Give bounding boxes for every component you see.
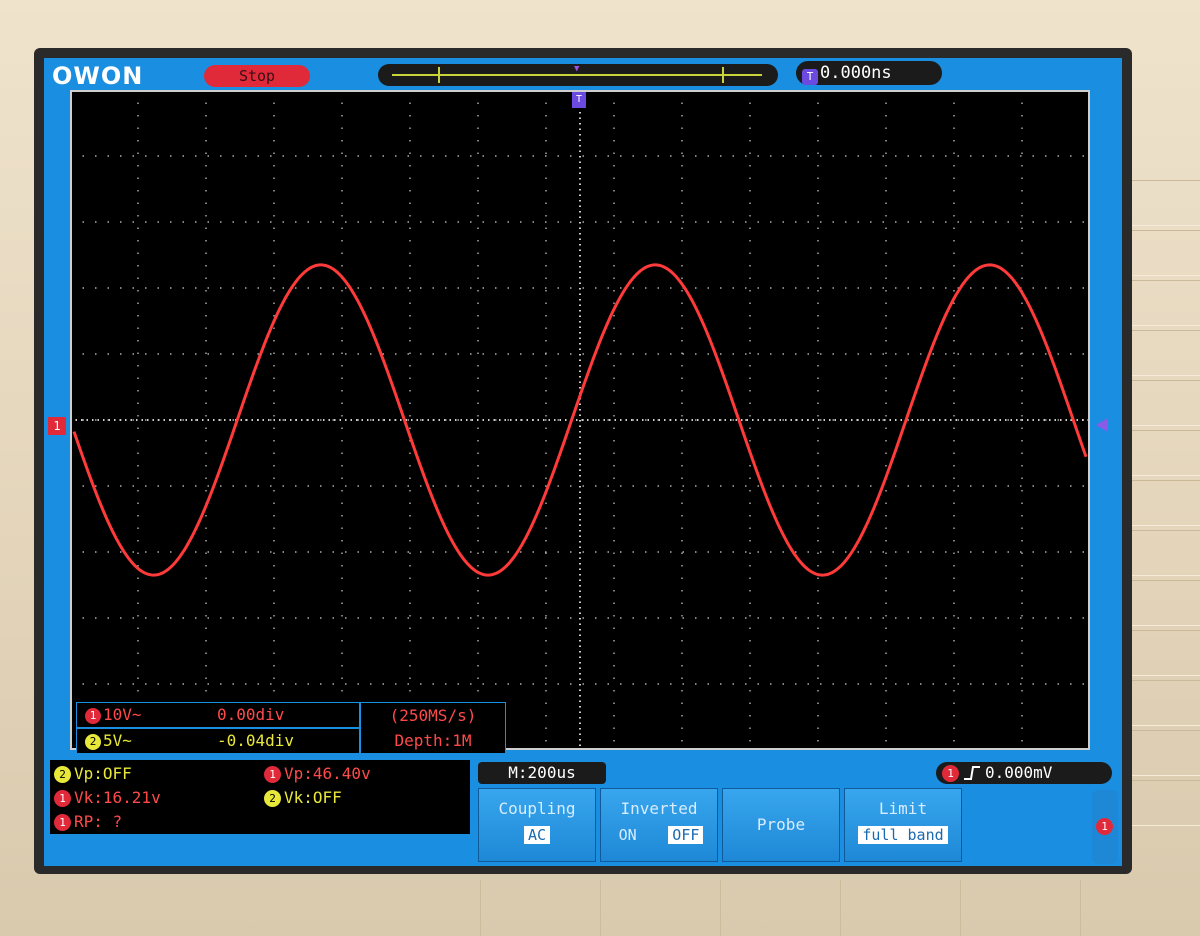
inverted-off-option[interactable]: OFF: [668, 826, 704, 844]
acquisition-info: (250MS/s) Depth:1M: [360, 702, 506, 754]
trigger-level: 0.000mV: [985, 763, 1053, 782]
measurement-channel-badge: 2: [54, 766, 71, 783]
ch2-info-row: 2 5V~ -0.04div: [76, 728, 360, 754]
menu-title: Coupling: [498, 799, 576, 818]
bezel-bottom-ribs: [480, 880, 1200, 936]
channel-menu: Coupling AC Inverted ON OFF Probe Limit …: [478, 788, 1088, 862]
channel-info-panel: 1 10V~ 0.00div 2 5V~ -0.04div (250MS/s) …: [76, 702, 506, 754]
bezel-rib: [840, 880, 961, 936]
top-status-bar: OWON Stop ▼ T 0.000ns: [44, 58, 1122, 90]
ch2-scale: 5V~: [103, 731, 132, 750]
ch1-level-marker-icon[interactable]: 1: [48, 417, 66, 435]
bezel-rib: [1130, 730, 1200, 776]
ch2-badge: 2: [85, 734, 101, 750]
measurement-text: Vk:OFF: [284, 788, 342, 807]
memory-window: [438, 67, 724, 83]
trigger-position-value: 0.000ns: [820, 63, 892, 83]
menu-title: Limit: [878, 799, 928, 818]
oscilloscope-screen: OWON Stop ▼ T 0.000ns T 1 1 10V~ 0.00div …: [44, 58, 1122, 866]
measurement-text: Vp:OFF: [74, 764, 132, 783]
run-stop-status[interactable]: Stop: [204, 65, 310, 87]
limit-option[interactable]: full band: [858, 826, 948, 844]
menu-limit[interactable]: Limit full band: [844, 788, 962, 862]
bezel-rib: [1130, 780, 1200, 826]
ch1-offset: 0.00div: [217, 705, 285, 724]
brand-logo: OWON: [52, 62, 144, 90]
timebase-readout[interactable]: M:200us: [478, 762, 606, 784]
bezel-rib: [1130, 330, 1200, 376]
bezel-rib: [1130, 430, 1200, 476]
ch1-info-row: 1 10V~ 0.00div: [76, 702, 360, 728]
side-channel-badge: 1: [1096, 818, 1113, 835]
trigger-channel-badge: 1: [942, 765, 959, 782]
memory-trigger-icon: ▼: [574, 64, 580, 74]
bezel-rib: [1130, 530, 1200, 576]
bezel-rib: [720, 880, 841, 936]
bezel-ribs: [1130, 180, 1200, 826]
measurement-item: 1 Vk:16.21v: [54, 786, 161, 810]
menu-probe[interactable]: Probe: [722, 788, 840, 862]
memory-position-bar: ▼: [378, 64, 778, 86]
rising-edge-icon: [964, 766, 980, 780]
bezel-rib: [1130, 680, 1200, 726]
trigger-position-icon: T: [802, 69, 818, 85]
bezel-rib: [1130, 230, 1200, 276]
ch1-badge: 1: [85, 708, 101, 724]
bezel-rib: [960, 880, 1081, 936]
measurement-text: RP: ?: [74, 812, 123, 831]
measurement-item: 2 Vp:OFF: [54, 762, 132, 786]
menu-title: Inverted: [620, 799, 698, 818]
trigger-position-readout: T 0.000ns: [796, 61, 942, 85]
graticule: [70, 90, 1090, 750]
menu-inverted[interactable]: Inverted ON OFF: [600, 788, 718, 862]
measurement-text: Vk:16.21v: [74, 788, 161, 807]
measurement-item: 2 Vk:OFF: [264, 786, 342, 810]
menu-title: Probe: [756, 815, 806, 834]
measurement-channel-badge: 1: [54, 814, 71, 831]
coupling-option[interactable]: AC: [523, 826, 551, 844]
channel-select-button[interactable]: 1: [1092, 790, 1118, 864]
bezel-rib: [1130, 280, 1200, 326]
measurements-panel: 2 Vp:OFF 1 Vp:46.40v 1 Vk:16.21v 2 Vk:OFF 1R…: [50, 760, 470, 834]
bezel-rib: [480, 880, 601, 936]
bezel-rib: [1130, 480, 1200, 526]
bezel-rib: [1130, 180, 1200, 226]
waveform-svg: [70, 90, 1090, 750]
bezel-rib: [1130, 580, 1200, 626]
bezel-rib: [1080, 880, 1200, 936]
trigger-readout[interactable]: 1 0.000mV: [936, 762, 1112, 784]
inverted-on-option[interactable]: ON: [615, 826, 641, 844]
bezel-rib: [600, 880, 721, 936]
measurement-channel-badge: 2: [264, 790, 281, 807]
measurement-channel-badge: 1: [264, 766, 281, 783]
measurement-item: 1 RP: ?: [54, 810, 122, 834]
ch2-offset: -0.04div: [217, 731, 295, 750]
ch1-scale: 10V~: [103, 705, 142, 724]
measurement-item: 1 Vp:46.40v: [264, 762, 371, 786]
waveform-display[interactable]: [70, 90, 1090, 750]
menu-coupling[interactable]: Coupling AC: [478, 788, 596, 862]
bezel-rib: [1130, 380, 1200, 426]
memory-depth: Depth:1M: [394, 731, 472, 750]
bezel-rib: [1130, 630, 1200, 676]
measurement-text: Vp:46.40v: [284, 764, 371, 783]
measurement-channel-badge: 1: [54, 790, 71, 807]
trigger-level-marker-icon[interactable]: [1096, 418, 1108, 432]
sample-rate: (250MS/s): [389, 706, 477, 725]
trigger-time-marker-icon[interactable]: T: [572, 92, 586, 108]
